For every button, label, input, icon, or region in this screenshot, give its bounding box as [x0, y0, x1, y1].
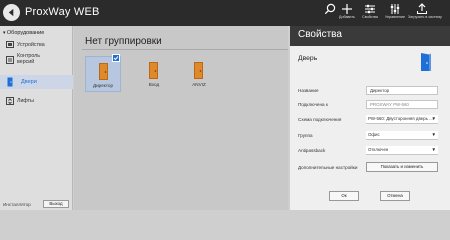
connected-to-label: Подключена к — [298, 102, 328, 107]
control-button[interactable]: Управление — [383, 2, 407, 24]
properties-icon — [365, 4, 375, 14]
advanced-settings-label: Дополнительные настройки — [298, 165, 358, 170]
door-icon — [7, 77, 13, 87]
antipassback-label: Antipassback — [298, 148, 326, 153]
sidebar-footer: Инсталлятор Выход — [0, 198, 73, 210]
properties-panel: Свойства Дверь Название Директор Подключ… — [290, 26, 450, 210]
dropdown-arrow-icon: ▼ — [431, 132, 436, 137]
connection-scheme-select[interactable]: PW-560: Двусторонняя дверь ... ▼ — [366, 115, 438, 124]
upload-button[interactable]: Загрузить в систему — [408, 2, 442, 24]
door-tile-entrance[interactable]: Вход — [136, 56, 172, 92]
selected-check-icon — [112, 54, 120, 62]
connection-scheme-label: Схема подключения — [298, 117, 342, 122]
group-select[interactable]: Офис ▼ — [366, 131, 438, 140]
door-icon — [99, 63, 108, 85]
tile-label: Директор — [92, 83, 113, 88]
sidebar-item-lifts[interactable]: Лифты — [6, 97, 34, 105]
antipassback-select[interactable]: Отключен ▼ — [366, 146, 438, 155]
panel-header: Свойства — [290, 26, 450, 46]
sidebar-item-doors[interactable]: Двери — [0, 75, 73, 89]
group-divider — [82, 49, 288, 50]
cancel-button[interactable]: Отмена — [380, 191, 410, 201]
properties-button[interactable]: Свойства — [358, 2, 382, 24]
version-icon — [6, 55, 14, 64]
plus-icon — [342, 4, 352, 14]
sidebar: ▾ Оборудование Устройства Контроль верси… — [0, 26, 73, 210]
lift-icon — [6, 97, 14, 105]
name-field[interactable]: Директор — [366, 86, 438, 95]
sidebar-item-version-control[interactable]: Контроль версий — [6, 53, 72, 65]
group-title: Нет группировки — [85, 36, 162, 47]
door-tile-director[interactable]: Директор — [85, 54, 121, 92]
show-and-edit-button[interactable]: Показать и изменить — [366, 162, 438, 172]
add-button[interactable]: Добавить — [335, 2, 359, 24]
tile-label: Вход — [148, 82, 160, 87]
device-icon — [6, 41, 14, 48]
door-icon — [194, 62, 203, 84]
ok-button[interactable]: Ок — [329, 191, 359, 201]
logout-button[interactable]: Выход — [43, 200, 69, 208]
door-tile-anviz[interactable]: ANVIZ — [181, 56, 217, 92]
top-bar: ProxWay WEB Добавить Свойства Управление… — [0, 0, 450, 26]
name-label: Название — [298, 88, 319, 93]
sliders-icon — [390, 4, 400, 14]
user-role-label: Инсталлятор — [3, 202, 31, 207]
panel-title: Свойства — [298, 29, 342, 40]
door-large-icon — [420, 52, 432, 77]
dropdown-arrow-icon: ▼ — [431, 116, 436, 121]
logo-back-icon[interactable] — [3, 4, 20, 21]
upload-icon — [417, 3, 427, 14]
door-icon — [149, 62, 158, 84]
main-area: Нет группировки Директор Вход ANVIZ — [74, 26, 288, 210]
sidebar-group-equipment[interactable]: ▾ Оборудование — [3, 30, 44, 36]
app-title: ProxWay WEB — [25, 6, 100, 18]
panel-subtitle: Дверь — [298, 55, 318, 62]
dropdown-arrow-icon: ▼ — [431, 147, 436, 152]
tile-label: ANVIZ — [192, 82, 206, 87]
sidebar-item-devices[interactable]: Устройства — [6, 41, 45, 48]
group-label: Группа — [298, 133, 313, 138]
connected-to-field: PROXWAY PW-560 — [366, 100, 438, 109]
